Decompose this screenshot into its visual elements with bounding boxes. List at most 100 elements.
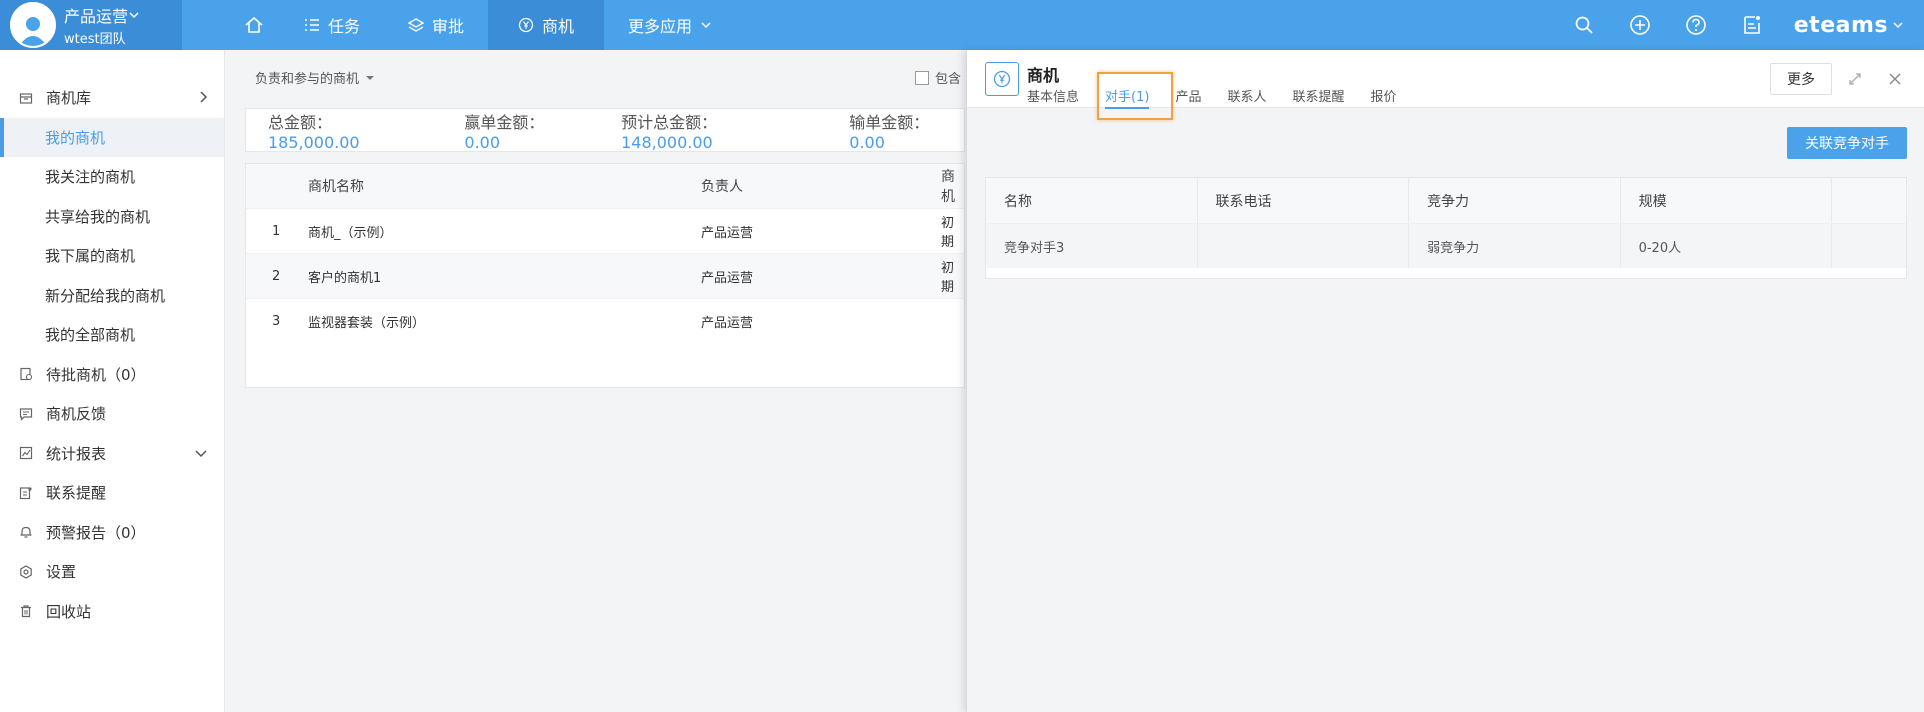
nav-opportunity-label: 商机 <box>542 17 575 36</box>
add-button[interactable] <box>1612 0 1668 50</box>
close-icon[interactable] <box>1887 71 1903 87</box>
sidebar-item-label: 预警报告（0） <box>46 523 146 542</box>
search-button[interactable] <box>1556 0 1612 50</box>
row-name[interactable]: 客户的商机1 <box>308 267 381 286</box>
include-checkbox[interactable]: 包含 <box>915 68 961 87</box>
tab-basic-info[interactable]: 基本信息 <box>1027 86 1079 105</box>
table-row[interactable]: 1 商机_（示例） 产品运营 初期 <box>246 208 964 253</box>
sidebar-item-reports[interactable]: 统计报表 <box>0 434 224 474</box>
cell-phone <box>1198 224 1410 268</box>
opportunity-table: 商机名称 负责人 商机 1 商机_（示例） 产品运营 初期 2 客户的商机1 产… <box>245 163 965 388</box>
column-header-name: 名称 <box>986 178 1198 223</box>
summary-won: 赢单金额：0.00 <box>464 109 579 152</box>
chevron-down-icon <box>1893 22 1903 29</box>
cell-competitiveness: 弱竞争力 <box>1409 224 1621 268</box>
checkbox[interactable] <box>915 70 929 85</box>
chevron-down-icon <box>195 449 207 457</box>
table-row[interactable]: 2 客户的商机1 产品运营 初期 <box>246 253 964 298</box>
user-icon <box>19 17 47 46</box>
row-stage: 初期 <box>941 261 955 295</box>
sidebar-item-alert-report[interactable]: 预警报告（0） <box>0 513 224 553</box>
include-label: 包含 <box>935 72 962 87</box>
summary-lost: 输单金额：0.00 <box>849 109 964 152</box>
sidebar-item-feedback[interactable]: 商机反馈 <box>0 394 224 434</box>
nav-opportunity[interactable]: 商机 <box>488 0 605 50</box>
summary-value: 148,000.00 <box>621 132 713 152</box>
reminder-icon <box>18 485 34 501</box>
competitor-table: 名称 联系电话 竞争力 规模 竞争对手3 弱竞争力 0-20人 <box>985 177 1907 279</box>
column-header-stage[interactable]: 商机 <box>941 166 964 206</box>
tab-quotes[interactable]: 报价 <box>1370 86 1396 105</box>
sidebar-item-label: 回收站 <box>46 602 92 621</box>
nav-more-apps[interactable]: 更多应用 <box>604 0 736 50</box>
expand-icon[interactable] <box>1847 71 1863 87</box>
help-button[interactable] <box>1668 0 1724 50</box>
cell-scale: 0-20人 <box>1621 224 1833 268</box>
sidebar-item-label: 统计报表 <box>46 444 107 463</box>
tab-products[interactable]: 产品 <box>1175 86 1201 105</box>
sidebar-item-my-opportunities[interactable]: 我的商机 <box>0 117 224 157</box>
panel-tabs: 基本信息 对手(1) 产品 联系人 联系提醒 报价 <box>1027 86 1397 109</box>
row-name[interactable]: 监视器套装（示例） <box>308 312 425 331</box>
table-row[interactable]: 竞争对手3 弱竞争力 0-20人 <box>986 223 1906 268</box>
link-competitor-button[interactable]: 关联竞争对手 <box>1787 127 1907 159</box>
column-header-name[interactable]: 商机名称 <box>308 176 364 196</box>
yen-icon <box>993 70 1011 88</box>
sidebar-item-settings[interactable]: 设置 <box>0 552 224 592</box>
nav-more-apps-label: 更多应用 <box>628 17 693 36</box>
sidebar-item-all-mine[interactable]: 我的全部商机 <box>0 315 224 355</box>
sidebar-item-newly-assigned[interactable]: 新分配给我的商机 <box>0 276 224 316</box>
cell-name[interactable]: 竞争对手3 <box>986 224 1198 268</box>
summary-label: 总金额： <box>268 112 333 132</box>
nav-approval[interactable]: 审批 <box>384 0 488 50</box>
table-header: 名称 联系电话 竞争力 规模 <box>986 178 1906 223</box>
top-bar: 产品运营 wtest团队 任务 审批 商机 更多应用 eteams <box>0 0 1924 50</box>
sidebar-item-label: 新分配给我的商机 <box>45 286 166 305</box>
brand-menu[interactable]: eteams <box>1780 13 1924 38</box>
sidebar-item-subordinates[interactable]: 我下属的商机 <box>0 236 224 276</box>
sidebar-item-opportunity-pool[interactable]: 商机库 <box>0 78 224 118</box>
row-name[interactable]: 商机_（示例） <box>308 222 393 241</box>
scope-filter-dropdown[interactable]: 负责和参与的商机 <box>255 68 375 87</box>
tab-contacts[interactable]: 联系人 <box>1227 86 1266 105</box>
sidebar-item-label: 待批商机（0） <box>46 365 146 384</box>
table-row[interactable]: 3 监视器套装（示例） 产品运营 <box>246 298 964 343</box>
pending-doc-icon <box>18 366 34 382</box>
sidebar-item-label: 共享给我的商机 <box>45 207 151 226</box>
sidebar-item-label: 商机库 <box>46 89 92 108</box>
notes-button[interactable] <box>1724 0 1780 50</box>
search-icon <box>1575 16 1593 34</box>
yen-icon <box>518 17 534 33</box>
amount-summary: 总金额：185,000.00 赢单金额：0.00 预计总金额：148,000.0… <box>245 108 965 152</box>
summary-expected: 预计总金额：148,000.00 <box>621 109 807 152</box>
summary-label: 输单金额： <box>849 112 930 132</box>
chart-icon <box>18 445 34 461</box>
user-name: 产品运营 <box>64 7 129 26</box>
panel-header: 商机 基本信息 对手(1) 产品 联系人 联系提醒 报价 更多 <box>967 50 1924 120</box>
sidebar-item-recycle-bin[interactable]: 回收站 <box>0 592 224 632</box>
tab-contact-reminder[interactable]: 联系提醒 <box>1292 86 1344 105</box>
column-header-scale: 规模 <box>1621 178 1833 223</box>
list-icon <box>305 19 319 31</box>
more-button[interactable]: 更多 <box>1770 63 1832 95</box>
user-menu[interactable]: 产品运营 wtest团队 <box>0 0 182 50</box>
tab-highlight-box <box>1097 72 1173 120</box>
nav-home[interactable] <box>228 0 280 50</box>
row-index: 3 <box>272 313 281 329</box>
sidebar-item-followed[interactable]: 我关注的商机 <box>0 157 224 197</box>
sidebar-item-contact-reminder[interactable]: 联系提醒 <box>0 473 224 513</box>
brand-logo: eteams <box>1793 12 1888 38</box>
row-index: 2 <box>272 268 281 284</box>
scope-filter-label: 负责和参与的商机 <box>255 72 360 87</box>
column-header-owner[interactable]: 负责人 <box>701 176 743 196</box>
sidebar-item-label: 设置 <box>46 563 77 582</box>
avatar <box>10 2 56 48</box>
cell-extra <box>1832 224 1906 268</box>
summary-total: 总金额：185,000.00 <box>268 109 422 152</box>
nav-approval-label: 审批 <box>432 17 465 36</box>
bell-icon <box>18 524 34 540</box>
nav-task[interactable]: 任务 <box>280 0 384 50</box>
sidebar-item-shared[interactable]: 共享给我的商机 <box>0 197 224 237</box>
plus-circle-icon <box>1629 15 1650 35</box>
sidebar-item-pending-approval[interactable]: 待批商机（0） <box>0 355 224 395</box>
